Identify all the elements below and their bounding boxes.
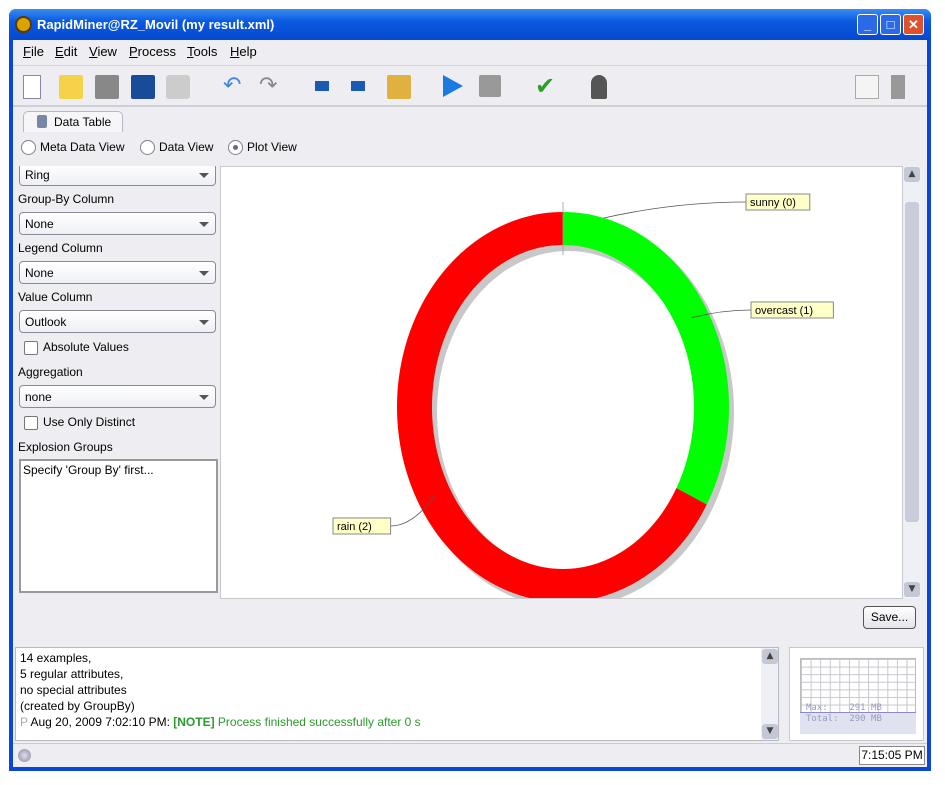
log-note-line: P Aug 20, 2009 7:02:10 PM: [NOTE] Proces… — [20, 715, 421, 729]
radio-data-view[interactable]: Data View — [140, 140, 213, 156]
menu-tools[interactable]: Tools — [187, 44, 217, 59]
menu-bar: File Edit View Process Tools Help — [13, 40, 927, 64]
log-panel: 14 examples, 5 regular attributes, no sp… — [15, 647, 779, 741]
plot-scrollbar[interactable]: ▲ ▼ — [903, 166, 922, 599]
window-title: RapidMiner@RZ_Movil (my result.xml) — [37, 17, 275, 32]
group-by-select[interactable]: None — [19, 212, 216, 235]
log-scroll-up-icon[interactable]: ▲ — [762, 649, 778, 664]
plot-settings-panel: Ring Group-By Column None Legend Column … — [15, 166, 220, 598]
save-as-icon[interactable] — [131, 75, 155, 99]
menu-file[interactable]: File — [23, 44, 44, 59]
absolute-values-checkbox[interactable]: Absolute Values — [24, 340, 129, 355]
menu-help[interactable]: Help — [230, 44, 257, 59]
close-button[interactable]: ✕ — [903, 14, 924, 35]
scroll-thumb[interactable] — [905, 202, 919, 522]
memory-total: Total: 290 MB — [806, 714, 882, 724]
menu-edit[interactable]: Edit — [55, 44, 77, 59]
ring-slice-1 — [563, 212, 729, 505]
log-line: no special attributes — [20, 683, 127, 697]
building-block-icon[interactable] — [387, 75, 411, 99]
scroll-down-icon[interactable]: ▼ — [904, 582, 920, 597]
clock: 7:15:05 PM — [859, 746, 925, 765]
explosion-groups-list[interactable]: Specify 'Group By' first... — [19, 459, 218, 593]
explosion-groups-label: Explosion Groups — [18, 440, 113, 454]
scroll-up-icon[interactable]: ▲ — [904, 167, 920, 182]
radio-meta-data-view[interactable]: Meta Data View — [21, 140, 125, 156]
log-line: (created by GroupBy) — [20, 699, 135, 713]
new-file-icon[interactable] — [23, 75, 41, 99]
slice-label: sunny (0) — [750, 197, 796, 209]
save-button[interactable]: Save... — [863, 606, 916, 629]
log-line: 5 regular attributes, — [20, 667, 124, 681]
validate-icon[interactable]: ✔ — [535, 74, 559, 99]
open-folder-icon[interactable] — [59, 75, 83, 99]
group-by-label: Group-By Column — [18, 192, 115, 206]
database-icon — [37, 115, 47, 128]
edit-notes-icon[interactable] — [855, 75, 879, 99]
use-only-distinct-checkbox[interactable]: Use Only Distinct — [24, 415, 135, 430]
pin-icon[interactable] — [891, 75, 905, 99]
menu-process[interactable]: Process — [129, 44, 176, 59]
log-scrollbar[interactable]: ▲ ▼ — [761, 648, 778, 740]
maximize-button[interactable]: □ — [880, 14, 901, 35]
aggregation-label: Aggregation — [18, 365, 83, 379]
app-window: RapidMiner@RZ_Movil (my result.xml) _ □ … — [9, 9, 931, 771]
status-light-icon — [18, 749, 31, 762]
log-scroll-down-icon[interactable]: ▼ — [762, 724, 778, 739]
memory-max: Max: 291 MB — [806, 703, 882, 713]
plotter-select[interactable]: Ring — [19, 166, 216, 186]
run-icon[interactable] — [443, 75, 463, 97]
toolbar: ↶ ↷ ✔ — [13, 65, 927, 107]
slice-label: overcast (1) — [755, 305, 813, 317]
tab-data-table[interactable]: Data Table — [23, 111, 123, 132]
title-bar: RapidMiner@RZ_Movil (my result.xml) _ □ … — [9, 9, 931, 40]
undo-icon[interactable]: ↶ — [223, 75, 247, 99]
aggregation-select[interactable]: none — [19, 385, 216, 408]
legend-select[interactable]: None — [19, 261, 216, 284]
tutorial-icon[interactable] — [591, 75, 607, 99]
radio-plot-view[interactable]: Plot View — [228, 140, 297, 156]
new-operator-icon[interactable] — [315, 81, 329, 91]
plot-area: sunny (0) overcast (1) rain (2) — [220, 166, 903, 599]
slice-label: rain (2) — [337, 521, 372, 533]
log-line: 14 examples, — [20, 651, 92, 665]
minimize-button[interactable]: _ — [857, 14, 878, 35]
tab-label: Data Table — [54, 115, 112, 129]
redo-icon[interactable]: ↷ — [259, 75, 283, 99]
stop-icon[interactable] — [479, 75, 501, 97]
rapidminer-logo-icon — [15, 16, 32, 33]
delete-operator-icon[interactable] — [351, 81, 365, 91]
ring-chart: sunny (0) overcast (1) rain (2) — [332, 193, 834, 598]
value-column-select[interactable]: Outlook — [19, 310, 216, 333]
value-column-label: Value Column — [18, 290, 93, 304]
status-bar: 7:15:05 PM — [13, 743, 927, 767]
menu-view[interactable]: View — [89, 44, 117, 59]
legend-label: Legend Column — [18, 241, 103, 255]
memory-monitor: Max: 291 MB Total: 290 MB — [789, 647, 924, 741]
save-disk-icon[interactable] — [95, 75, 119, 99]
print-icon[interactable] — [166, 75, 190, 99]
